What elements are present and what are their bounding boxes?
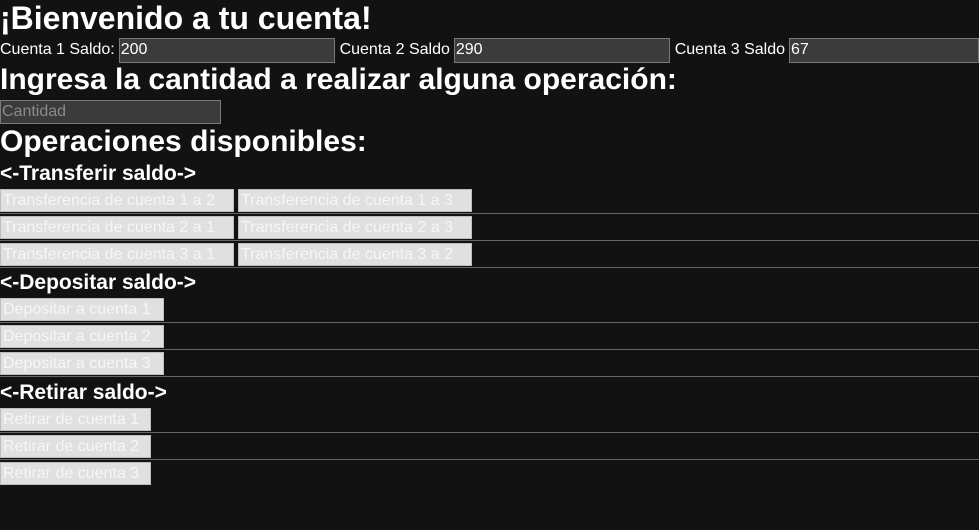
deposit-section-heading: <-Depositar saldo-> [0, 271, 197, 294]
transfer-section-heading: <-Transferir saldo-> [0, 162, 197, 185]
transfer-2-to-3-button[interactable]: Transferencia de cuenta 2 a 3 [238, 216, 472, 239]
withdraw-section-heading: <-Retirar saldo-> [0, 381, 167, 404]
withdraw-account-2-button[interactable]: Retirar de cuenta 2 [0, 435, 151, 458]
transfer-1-to-2-button[interactable]: Transferencia de cuenta 1 a 2 [0, 189, 234, 212]
transfer-2-to-1-button[interactable]: Transferencia de cuenta 2 a 1 [0, 216, 234, 239]
deposit-account-2-button[interactable]: Depositar a cuenta 2 [0, 325, 164, 348]
withdraw-row-1: Retirar de cuenta 1 [0, 407, 979, 433]
account-1-balance-label: Cuenta 1 Saldo: [0, 41, 115, 58]
bank-account-page: ¡Bienvenido a tu cuenta! Cuenta 1 Saldo:… [0, 0, 979, 530]
withdraw-row-3: Retirar de cuenta 3 [0, 461, 979, 486]
transfer-row-1: Transferencia de cuenta 1 a 2 Transferen… [0, 188, 979, 214]
amount-input[interactable] [0, 100, 221, 124]
account-3-balance-field[interactable] [789, 37, 979, 63]
transfer-row-2: Transferencia de cuenta 2 a 1 Transferen… [0, 215, 979, 241]
transfer-3-to-2-button[interactable]: Transferencia de cuenta 3 a 2 [238, 243, 472, 266]
withdraw-row-2: Retirar de cuenta 2 [0, 434, 979, 460]
account-2-balance-field[interactable] [453, 37, 670, 63]
deposit-account-3-button[interactable]: Depositar a cuenta 3 [0, 352, 164, 375]
deposit-row-1: Depositar a cuenta 1 [0, 297, 979, 323]
account-2-balance-label: Cuenta 2 Saldo [339, 41, 450, 58]
page-title: ¡Bienvenido a tu cuenta! [0, 0, 372, 36]
withdraw-account-1-button[interactable]: Retirar de cuenta 1 [0, 408, 151, 431]
transfer-1-to-3-button[interactable]: Transferencia de cuenta 1 a 3 [238, 189, 472, 212]
transfer-row-3: Transferencia de cuenta 3 a 1 Transferen… [0, 242, 979, 268]
amount-heading: Ingresa la cantidad a realizar alguna op… [0, 63, 677, 96]
deposit-account-1-button[interactable]: Depositar a cuenta 1 [0, 298, 164, 321]
withdraw-account-3-button[interactable]: Retirar de cuenta 3 [0, 462, 151, 485]
transfer-3-to-1-button[interactable]: Transferencia de cuenta 3 a 1 [0, 243, 234, 266]
balances-bar: Cuenta 1 Saldo: Cuenta 2 Saldo Cuenta 3 … [0, 37, 979, 63]
deposit-row-3: Depositar a cuenta 3 [0, 351, 979, 377]
account-3-balance-label: Cuenta 3 Saldo [674, 41, 785, 58]
account-1-balance-field[interactable] [118, 37, 335, 63]
deposit-row-2: Depositar a cuenta 2 [0, 324, 979, 350]
operations-heading: Operaciones disponibles: [0, 125, 367, 158]
